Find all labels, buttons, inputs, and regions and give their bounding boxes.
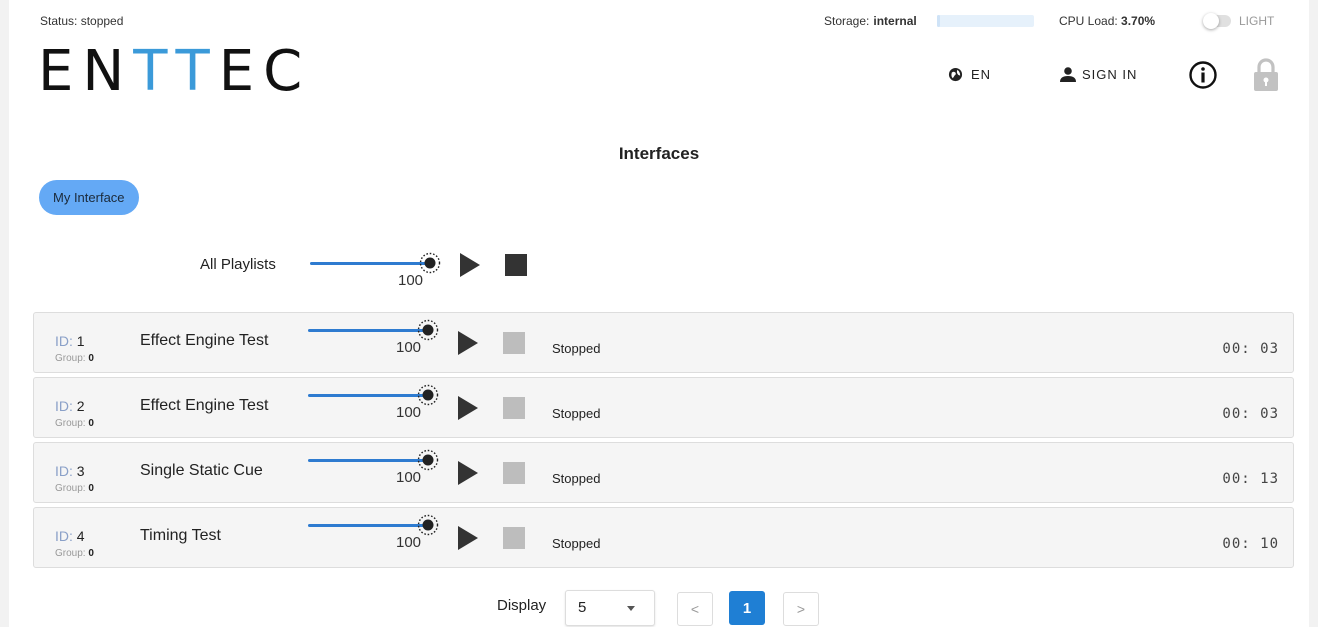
playlist-group: Group: 0 xyxy=(55,548,94,559)
status-value: stopped xyxy=(80,14,124,28)
storage-label: Storage: xyxy=(824,14,870,28)
page-size-select[interactable]: 5 xyxy=(565,590,655,626)
chevron-left-icon: < xyxy=(690,601,700,617)
status-indicator: Status: stopped xyxy=(40,14,123,28)
stop-button[interactable] xyxy=(503,332,525,354)
playlist-group: Group: 0 xyxy=(55,353,94,364)
playlist-row: ID: 3 Group: 0 Single Static Cue 100 Sto… xyxy=(33,442,1294,503)
playlist-status: Stopped xyxy=(552,536,601,551)
playlist-level-slider[interactable]: 100 xyxy=(308,445,439,486)
playlist-level-slider[interactable]: 100 xyxy=(308,380,439,421)
stop-button[interactable] xyxy=(503,397,525,419)
playlist-name: Timing Test xyxy=(140,527,221,544)
storage-usage-fill xyxy=(937,15,940,27)
info-icon[interactable] xyxy=(1188,60,1218,90)
cpu-label: CPU Load: xyxy=(1059,14,1118,28)
playlist-row: ID: 1 Group: 0 Effect Engine Test 100 St… xyxy=(33,312,1294,373)
storage-indicator: Storage: internal xyxy=(824,14,917,28)
playlist-time: 00: 03 xyxy=(1222,406,1279,422)
playlist-status: Stopped xyxy=(552,341,601,356)
slider-value: 100 xyxy=(396,339,422,356)
playlist-id: ID: 3 xyxy=(55,463,85,479)
lock-icon[interactable] xyxy=(1252,57,1280,93)
play-button[interactable] xyxy=(458,396,478,420)
slider-track[interactable] xyxy=(308,459,424,462)
playlist-group: Group: 0 xyxy=(55,418,94,429)
theme-label: LIGHT xyxy=(1239,14,1275,28)
all-playlists-level-slider[interactable]: 100 xyxy=(310,248,441,289)
playlist-id: ID: 2 xyxy=(55,398,85,414)
slider-value: 100 xyxy=(396,534,422,551)
globe-icon xyxy=(948,67,963,82)
slider-value: 100 xyxy=(398,272,424,289)
user-icon xyxy=(1060,67,1076,82)
playlist-name: Effect Engine Test xyxy=(140,397,269,414)
cpu-load-indicator: CPU Load: 3.70% xyxy=(1059,14,1155,28)
playlist-level-slider[interactable]: 100 xyxy=(308,510,439,551)
playlist-time: 00: 13 xyxy=(1222,471,1279,487)
playlist-time: 00: 10 xyxy=(1222,536,1279,552)
stop-button[interactable] xyxy=(503,527,525,549)
playlist-group: Group: 0 xyxy=(55,483,94,494)
logo-part-2: TT xyxy=(133,39,219,104)
playlist-level-slider[interactable]: 100 xyxy=(308,315,439,356)
playlist-time: 00: 03 xyxy=(1222,341,1279,357)
sign-in-button[interactable]: SIGN IN xyxy=(1060,67,1137,82)
playlist-status: Stopped xyxy=(552,406,601,421)
status-label: Status: xyxy=(40,14,78,28)
previous-page-button[interactable]: < xyxy=(677,592,713,626)
page-frame-right xyxy=(1309,0,1318,627)
enttec-logo: ENTTEC xyxy=(38,44,311,100)
tab-my-interface[interactable]: My Interface xyxy=(39,180,139,215)
current-page-button[interactable]: 1 xyxy=(729,591,765,625)
toggle-track[interactable] xyxy=(1203,13,1231,29)
toggle-knob[interactable] xyxy=(1203,13,1219,29)
logo-part-1: EN xyxy=(38,39,134,104)
play-button[interactable] xyxy=(458,526,478,550)
play-button[interactable] xyxy=(458,461,478,485)
next-page-button[interactable]: > xyxy=(783,592,819,626)
slider-track[interactable] xyxy=(308,329,424,332)
playlist-row: ID: 2 Group: 0 Effect Engine Test 100 St… xyxy=(33,377,1294,438)
slider-track[interactable] xyxy=(310,262,426,265)
storage-usage-bar xyxy=(937,15,1034,27)
playlist-name: Single Static Cue xyxy=(140,462,263,479)
all-playlists-label: All Playlists xyxy=(200,256,276,273)
slider-value: 100 xyxy=(396,404,422,421)
slider-track[interactable] xyxy=(308,394,424,397)
slider-value: 100 xyxy=(396,469,422,486)
chevron-down-icon xyxy=(627,606,635,611)
stop-all-button[interactable] xyxy=(505,254,527,276)
page-title: Interfaces xyxy=(618,144,700,163)
slider-track[interactable] xyxy=(308,524,424,527)
playlist-status: Stopped xyxy=(552,471,601,486)
playlist-name: Effect Engine Test xyxy=(140,332,269,349)
playlist-row: ID: 4 Group: 0 Timing Test 100 Stopped 0… xyxy=(33,507,1294,568)
cpu-value: 3.70% xyxy=(1121,14,1156,28)
language-selector[interactable]: EN xyxy=(948,67,991,82)
page-size-value: 5 xyxy=(578,599,587,616)
playlist-id: ID: 1 xyxy=(55,333,85,349)
stop-button[interactable] xyxy=(503,462,525,484)
language-label: EN xyxy=(971,67,992,82)
logo-part-3: EC xyxy=(218,39,312,104)
play-button[interactable] xyxy=(458,331,478,355)
theme-toggle[interactable]: LIGHT xyxy=(1203,13,1275,29)
playlist-id: ID: 4 xyxy=(55,528,85,544)
chevron-right-icon: > xyxy=(796,601,806,617)
storage-value: internal xyxy=(873,14,917,28)
sign-in-label: SIGN IN xyxy=(1082,67,1138,82)
play-all-button[interactable] xyxy=(460,253,480,277)
display-label: Display xyxy=(497,597,547,614)
page-frame-left xyxy=(0,0,9,627)
